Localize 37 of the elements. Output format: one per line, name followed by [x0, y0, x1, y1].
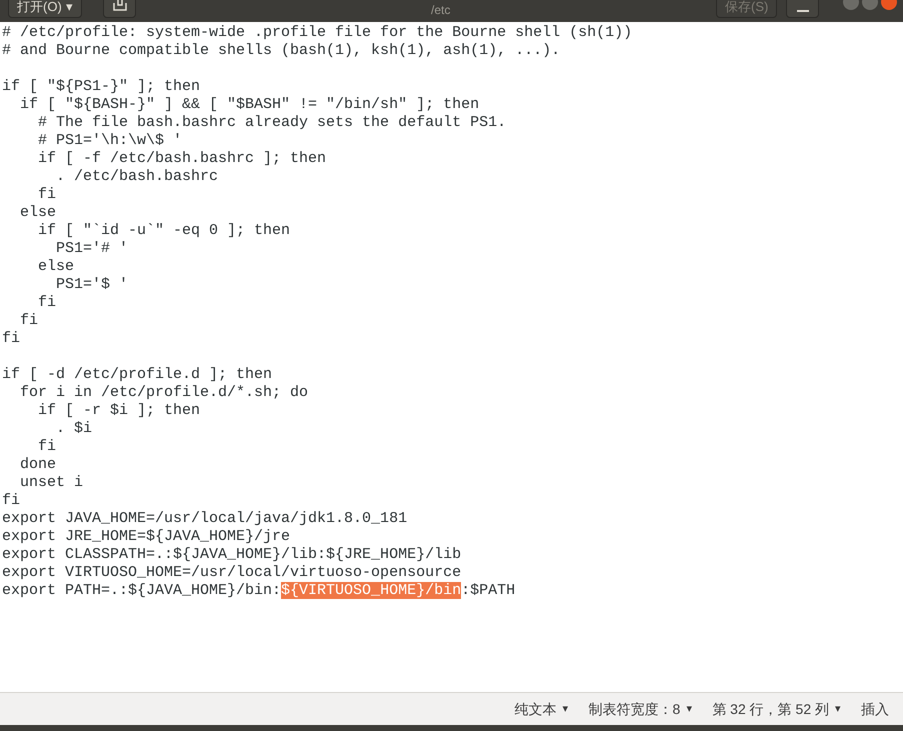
code-line: fi — [1, 330, 22, 348]
code-line: # PS1='\h:\w\$ ' — [37, 132, 184, 150]
code-line: export JAVA_HOME=/usr/local/java/jdk1.8.0_181 — [1, 510, 408, 528]
code-line: # and Bourne compatible shells (bash(1), ksh(1), ash(1), ...). — [1, 42, 562, 60]
path-subtitle: /etc — [431, 3, 450, 17]
code-line: if [ "${PS1-}" ]; then — [1, 78, 202, 96]
code-line: unset i — [19, 474, 84, 492]
code-line: if [ -f /etc/bash.bashrc ]; then — [37, 150, 328, 168]
code-line: fi — [37, 438, 58, 456]
status-dropdown[interactable]: 第 32 行，第 52 列 ▾ — [712, 698, 841, 720]
code-line: PS1='# ' — [55, 240, 130, 258]
code-line: fi — [37, 186, 58, 204]
code-line: PS1='$ ' — [55, 276, 130, 294]
code-line: # The file bash.bashrc already sets the default PS1. — [37, 114, 508, 132]
code-line: . $i — [55, 420, 94, 438]
code-line: if [ "`id -u`" -eq 0 ]; then — [37, 222, 292, 240]
status-dropdown[interactable]: 插入 — [861, 698, 889, 720]
open-button[interactable]: 打开(O) ▾ — [8, 0, 82, 18]
code-line: if [ "${BASH-}" ] && [ "$BASH" != "/bin/sh" ]; then — [19, 96, 480, 114]
document-icon — [112, 0, 126, 11]
code-line: export PATH=.:${JAVA_HOME}/bin:${VIRTUOSO_HOME}/bin:$PATH — [1, 582, 516, 600]
status-dropdown[interactable]: 制表符宽度：8 ▾ — [588, 698, 692, 720]
code-line: if [ -d /etc/profile.d ]; then — [1, 366, 274, 384]
code-line: if [ -r $i ]; then — [37, 402, 202, 420]
code-line: # /etc/profile: system-wide .profile file for the Bourne shell (sh(1)) — [1, 24, 634, 42]
code-line: export VIRTUOSO_HOME=/usr/local/virtuoso-opensource — [1, 564, 462, 582]
code-line: . /etc/bash.bashrc — [55, 168, 220, 186]
code-line: else — [19, 204, 58, 222]
code-line: export CLASSPATH=.:${JAVA_HOME}/lib:${JRE_HOME}/lib — [1, 546, 462, 564]
status-dropdown[interactable]: 纯文本 ▾ — [514, 698, 568, 720]
code-line: else — [37, 258, 76, 276]
code-line: fi — [1, 492, 22, 510]
code-line: fi — [19, 312, 40, 330]
code-line: fi — [37, 294, 58, 312]
code-line: for i in /etc/profile.d/*.sh; do — [19, 384, 310, 402]
code-line: export JRE_HOME=${JAVA_HOME}/jre — [1, 528, 292, 546]
code-line: done — [19, 456, 58, 474]
